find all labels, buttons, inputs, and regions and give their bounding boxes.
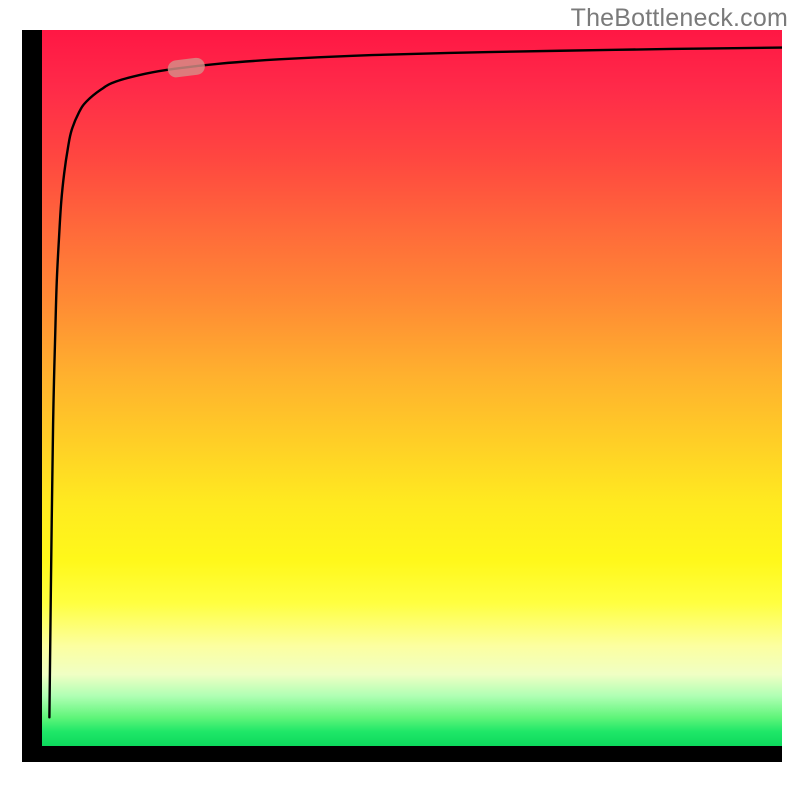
highlight-marker bbox=[167, 57, 206, 78]
y-axis bbox=[22, 30, 42, 762]
curve-layer bbox=[42, 30, 782, 746]
bottleneck-curve bbox=[49, 48, 782, 718]
watermark-text: TheBottleneck.com bbox=[571, 4, 788, 33]
chart-stage: TheBottleneck.com bbox=[0, 0, 800, 800]
plot-area bbox=[42, 30, 782, 746]
x-axis bbox=[22, 746, 782, 762]
highlight-pill bbox=[167, 57, 206, 78]
